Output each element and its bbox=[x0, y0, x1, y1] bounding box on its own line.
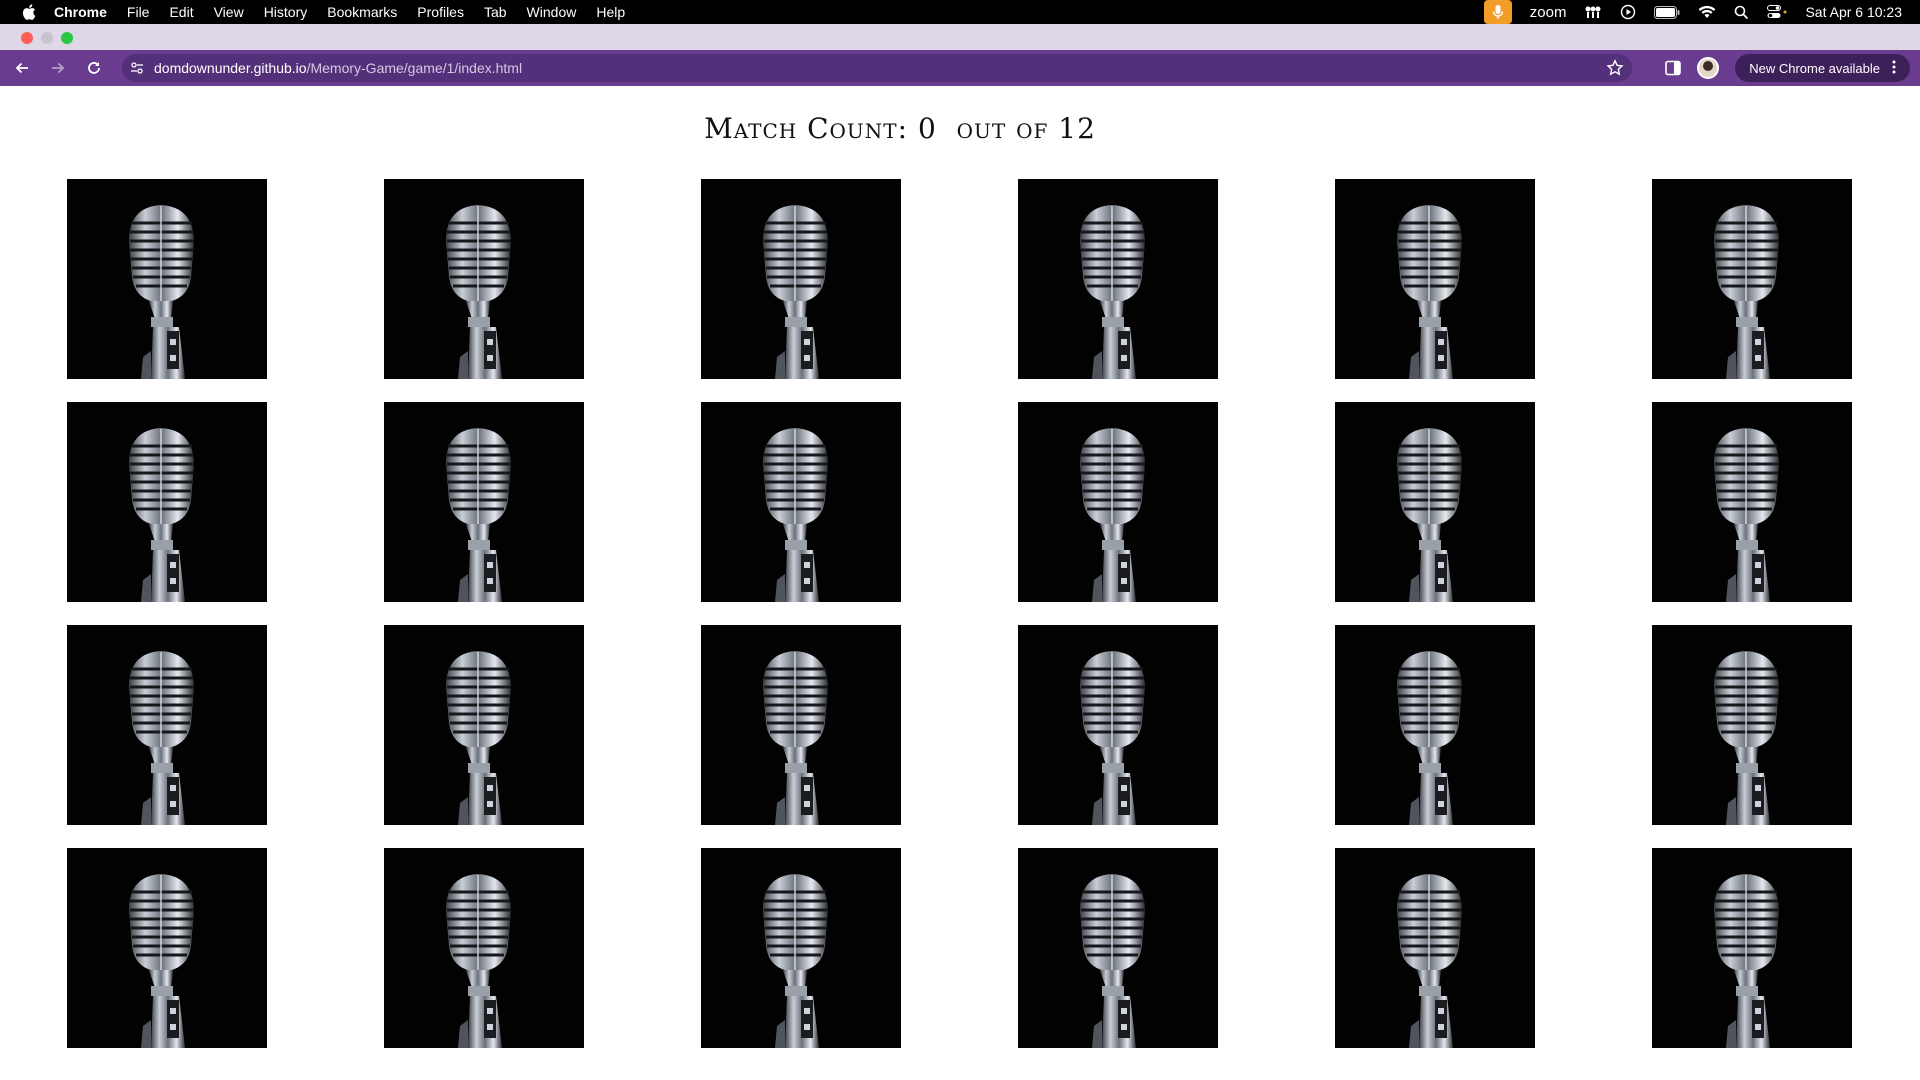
apple-menu-icon[interactable] bbox=[18, 4, 40, 20]
spotlight-search-icon[interactable] bbox=[1734, 5, 1749, 20]
menu-profiles[interactable]: Profiles bbox=[417, 4, 464, 20]
match-count-middle: out of bbox=[956, 112, 1049, 145]
microphone-icon bbox=[701, 402, 901, 602]
microphone-icon bbox=[67, 402, 267, 602]
back-arrow-icon[interactable] bbox=[10, 56, 34, 80]
microphone-icon bbox=[1018, 625, 1218, 825]
play-circle-icon[interactable] bbox=[1620, 4, 1636, 20]
memory-card[interactable] bbox=[1652, 625, 1852, 825]
control-center-status-icon[interactable] bbox=[1584, 5, 1602, 19]
microphone-icon bbox=[1652, 848, 1852, 1048]
side-panel-icon[interactable] bbox=[1665, 60, 1682, 76]
memory-card[interactable] bbox=[67, 179, 267, 379]
memory-card[interactable] bbox=[1335, 179, 1535, 379]
microphone-icon bbox=[384, 625, 584, 825]
microphone-icon bbox=[1018, 402, 1218, 602]
memory-card[interactable] bbox=[67, 402, 267, 602]
wifi-icon[interactable] bbox=[1698, 5, 1716, 19]
microphone-icon bbox=[1652, 179, 1852, 379]
menu-file[interactable]: File bbox=[127, 4, 150, 20]
zoom-window-button[interactable] bbox=[61, 32, 73, 44]
address-bar[interactable]: domdownunder.github.io/Memory-Game/game/… bbox=[122, 54, 1632, 82]
forward-arrow-icon[interactable] bbox=[46, 56, 70, 80]
microphone-icon bbox=[701, 179, 901, 379]
menu-app-chrome[interactable]: Chrome bbox=[54, 4, 107, 20]
total-pairs-value: 12 bbox=[1058, 112, 1096, 145]
microphone-icon bbox=[1652, 625, 1852, 825]
menu-bar-clock[interactable]: Sat Apr 6 10:23 bbox=[1805, 4, 1902, 20]
microphone-icon bbox=[701, 848, 901, 1048]
new-chrome-available-button[interactable]: New Chrome available bbox=[1735, 54, 1910, 82]
memory-card[interactable] bbox=[701, 179, 901, 379]
memory-card[interactable] bbox=[384, 402, 584, 602]
memory-card[interactable] bbox=[701, 402, 901, 602]
site-info-icon[interactable] bbox=[130, 61, 144, 75]
close-window-button[interactable] bbox=[21, 32, 33, 44]
url-host: domdownunder.github.io bbox=[154, 60, 307, 76]
microphone-icon bbox=[701, 625, 901, 825]
bookmark-star-icon[interactable] bbox=[1606, 59, 1624, 80]
memory-card[interactable] bbox=[1018, 625, 1218, 825]
memory-card[interactable] bbox=[701, 625, 901, 825]
window-title-bar bbox=[0, 24, 1920, 50]
memory-card[interactable] bbox=[67, 848, 267, 1048]
url-path: /Memory-Game/game/1/index.html bbox=[306, 60, 523, 76]
menu-bookmarks[interactable]: Bookmarks bbox=[327, 4, 397, 20]
microphone-icon bbox=[1335, 625, 1535, 825]
microphone-icon bbox=[1018, 179, 1218, 379]
microphone-icon bbox=[1335, 848, 1535, 1048]
memory-card[interactable] bbox=[1652, 848, 1852, 1048]
menu-history[interactable]: History bbox=[264, 4, 308, 20]
kebab-menu-icon[interactable] bbox=[1892, 60, 1896, 77]
memory-card[interactable] bbox=[1335, 625, 1535, 825]
match-count-value: 0 bbox=[917, 112, 937, 145]
battery-icon[interactable] bbox=[1654, 5, 1680, 19]
memory-card[interactable] bbox=[67, 625, 267, 825]
microphone-icon bbox=[1018, 848, 1218, 1048]
menu-window[interactable]: Window bbox=[527, 4, 577, 20]
reload-icon[interactable] bbox=[82, 56, 106, 80]
memory-card[interactable] bbox=[384, 625, 584, 825]
microphone-icon bbox=[1335, 402, 1535, 602]
microphone-icon bbox=[67, 848, 267, 1048]
match-count-prefix: Match Count: bbox=[704, 112, 909, 145]
microphone-icon bbox=[1335, 179, 1535, 379]
match-count-heading: Match Count: 0 out of 12 bbox=[0, 112, 1800, 145]
microphone-icon bbox=[1652, 402, 1852, 602]
menu-tab[interactable]: Tab bbox=[484, 4, 507, 20]
zoom-status-label[interactable]: zoom bbox=[1530, 4, 1567, 21]
memory-card[interactable] bbox=[1335, 848, 1535, 1048]
menu-help[interactable]: Help bbox=[596, 4, 625, 20]
memory-card[interactable] bbox=[1018, 402, 1218, 602]
microphone-in-use-icon[interactable] bbox=[1483, 0, 1512, 24]
memory-card[interactable] bbox=[384, 848, 584, 1048]
microphone-icon bbox=[67, 625, 267, 825]
memory-card[interactable] bbox=[1652, 179, 1852, 379]
memory-card[interactable] bbox=[1652, 402, 1852, 602]
microphone-icon bbox=[384, 848, 584, 1048]
memory-card[interactable] bbox=[1018, 179, 1218, 379]
memory-card[interactable] bbox=[1335, 402, 1535, 602]
browser-toolbar: domdownunder.github.io/Memory-Game/game/… bbox=[0, 50, 1920, 86]
memory-card[interactable] bbox=[384, 179, 584, 379]
update-label: New Chrome available bbox=[1749, 60, 1880, 76]
profile-avatar[interactable] bbox=[1697, 57, 1720, 79]
microphone-icon bbox=[384, 179, 584, 379]
memory-card[interactable] bbox=[701, 848, 901, 1048]
microphone-icon bbox=[67, 179, 267, 379]
menu-view[interactable]: View bbox=[214, 4, 244, 20]
macos-menu-bar: Chrome File Edit View History Bookmarks … bbox=[0, 0, 1920, 24]
minimize-window-button[interactable] bbox=[41, 32, 53, 44]
microphone-icon bbox=[384, 402, 584, 602]
menu-edit[interactable]: Edit bbox=[169, 4, 193, 20]
memory-game-page: Match Count: 0 out of 12 bbox=[0, 86, 1920, 1080]
memory-card[interactable] bbox=[1018, 848, 1218, 1048]
control-center-icon[interactable] bbox=[1767, 5, 1787, 19]
